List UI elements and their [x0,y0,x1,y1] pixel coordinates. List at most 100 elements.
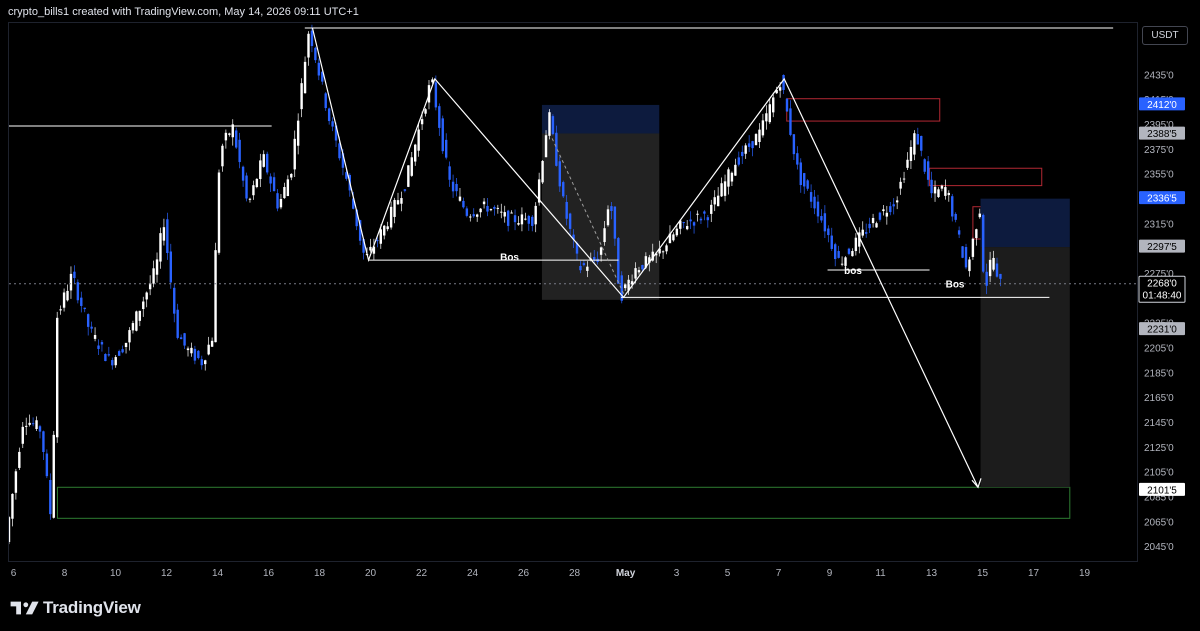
candle-body [389,206,393,228]
candle-body [269,176,272,184]
candle-body [768,104,771,123]
candle-body [710,204,713,214]
candle-body [706,217,710,221]
time-tick-label: 6 [11,568,17,579]
price-tick-label: 2125'0 [1144,443,1174,454]
candle-body [961,246,964,258]
candle-body [637,270,641,273]
candle-body [617,238,620,284]
candle-body [902,178,906,180]
price-tick-label: 2435'0 [1144,70,1174,81]
candle-body [104,354,107,362]
candlestick-chart[interactable]: Bos bos Bos [9,23,1139,563]
time-tick-label: 13 [926,568,938,579]
candle-body [551,116,555,135]
candle-body [544,135,548,158]
candle-body [314,47,317,61]
candle-body [38,426,42,432]
candle-body [562,182,565,197]
candle-body [259,160,262,180]
brand-name: TradingView [43,598,141,617]
candle-body [778,87,782,91]
price-axis[interactable]: 2435'02415'02395'02375'02355'02335'02315… [1138,22,1200,562]
candle-body [307,33,310,58]
candle-body [803,173,806,187]
candle-body [727,169,730,187]
watermark-text: crypto_bills1 created with TradingView.c… [8,6,359,18]
candle-body [66,290,69,301]
candle-body [871,218,875,224]
candle-body [503,212,506,217]
candle-body [672,234,675,241]
candle-body [465,208,469,216]
candle-body [159,233,162,262]
candle-body [310,30,314,47]
candle-body [55,317,59,438]
candle-body [9,517,11,543]
time-tick-label: 24 [467,568,479,579]
candle-body [407,165,410,187]
candle-body [207,344,210,355]
candle-body [837,251,840,258]
candle-body [834,244,837,260]
candle-body [527,215,531,224]
candle-body [458,196,462,201]
candle-body [699,218,703,221]
candle-body [854,237,858,252]
candle-body [489,209,493,211]
time-tick-label: 18 [314,568,326,579]
time-tick-label: 22 [416,568,428,579]
countdown-label: 01:48:40 [1143,291,1182,302]
candle-body [262,154,265,167]
time-tick-label: 11 [875,568,886,579]
candle-body [816,201,820,217]
time-tick-label: 9 [827,568,833,579]
candle-body [276,193,279,209]
candle-body [248,198,252,200]
candle-body [283,187,286,199]
candle-body [379,229,382,244]
candle-body [713,197,716,205]
candle-body [18,451,21,468]
candle-body [217,172,221,253]
candle-body [861,229,864,236]
price-tick-label: 2045'0 [1144,542,1174,553]
candle-body [420,119,424,125]
candle-body [59,309,62,311]
candle-body [190,347,193,354]
bos-label: Bos [946,280,965,291]
candle-body [734,164,737,176]
price-tick-label: 2315'0 [1144,219,1174,230]
candle-body [21,426,24,444]
currency-selector[interactable]: USDT [1142,26,1188,45]
time-tick-label: 17 [1028,568,1040,579]
candle-body [624,284,627,289]
candle-body [806,180,809,189]
candle-body [586,266,589,271]
candle-body [324,93,327,109]
candle-body [414,144,417,162]
price-chart-area[interactable]: Bos bos Bos [8,22,1139,563]
candle-body [692,222,696,226]
price-tick-label: 2355'0 [1144,170,1174,181]
candle-body [86,314,90,327]
candle-body [224,132,228,141]
candle-body [186,348,190,351]
candle-body [685,226,689,230]
candle-body [978,213,981,218]
price-badge-label: 2101'5 [1147,485,1177,496]
candle-body [475,214,479,217]
candle-body [179,337,183,340]
candle-body [25,425,28,427]
time-axis[interactable]: 6 8 10 12 14 16 18 20 22 24 26 28 May 3 5 7 9 11 13 15 17 19 [8,562,1138,584]
candle-body [176,309,179,338]
short-target-box [980,247,1070,488]
candle-body [117,351,121,356]
candle-body [799,162,802,186]
candle-body [916,134,920,145]
candle-body [682,222,685,224]
candle-body [579,265,582,271]
price-tick-label: 2105'0 [1144,468,1174,479]
candle-body [933,186,937,194]
candle-body [69,273,73,291]
